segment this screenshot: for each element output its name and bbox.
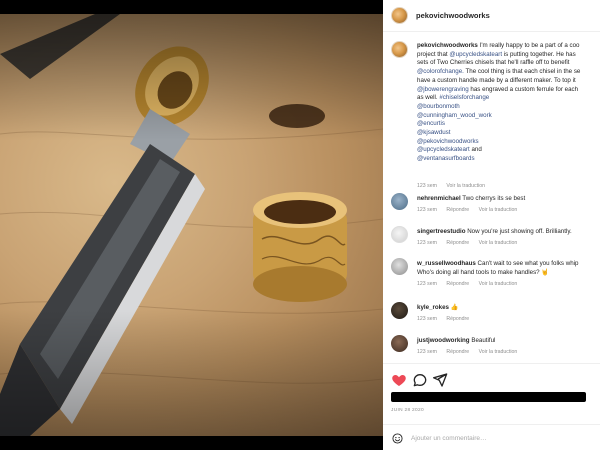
comment-text: nehrenmichael Two cherrys its se best xyxy=(417,195,526,202)
mention-link[interactable]: @cunningham_wood_work xyxy=(417,112,492,119)
caption-meta: 123 sem Voir la traduction xyxy=(417,183,493,189)
reply-button[interactable]: Répondre xyxy=(446,349,469,355)
translate-link[interactable]: Voir la traduction xyxy=(479,207,518,213)
comment-text: kyle_rokes 👍 xyxy=(417,304,459,311)
mention-link[interactable]: @jbowerengraving xyxy=(417,86,469,93)
comment-meta: 123 sem Répondre Voir la traduction xyxy=(417,207,525,213)
add-comment-input[interactable] xyxy=(411,433,561,444)
translate-link[interactable]: Voir la traduction xyxy=(479,281,518,287)
comment-meta: 123 sem Répondre Voir la traduction xyxy=(417,281,525,287)
reply-button[interactable]: Répondre xyxy=(446,281,469,287)
post-header: pekovichwoodworks xyxy=(383,0,600,32)
commenter-avatar[interactable] xyxy=(391,302,408,319)
post-viewer: pekovichwoodworks pekovichwoodworks I'm … xyxy=(0,0,600,450)
reply-button[interactable]: Répondre xyxy=(446,316,469,322)
photo-vignette xyxy=(0,14,383,436)
comment-item: kyle_rokes 👍 123 sem Répondre xyxy=(391,302,600,334)
mention-link[interactable]: @colorofchange. xyxy=(417,68,464,75)
hashtag-link[interactable]: #chiselsforchange xyxy=(439,94,489,101)
post-sidebar: pekovichwoodworks pekovichwoodworks I'm … xyxy=(383,0,600,450)
mention-link[interactable]: @pekovichwoodworks xyxy=(417,138,479,145)
caption-avatar[interactable] xyxy=(391,41,408,58)
comment-icon[interactable] xyxy=(412,372,428,388)
mention-link[interactable]: @ventanasurfboards xyxy=(417,155,475,162)
commenter-avatar[interactable] xyxy=(391,258,408,275)
comment-username[interactable]: w_russellwoodhaus xyxy=(417,260,476,267)
comment-item: singertreestudio Now you're just showing… xyxy=(391,226,600,258)
comment-time[interactable]: 123 sem xyxy=(417,316,437,322)
heart-icon[interactable] xyxy=(391,372,407,388)
caption-username[interactable]: pekovichwoodworks xyxy=(417,42,478,49)
commenter-avatar[interactable] xyxy=(391,193,408,210)
comment-time[interactable]: 123 sem xyxy=(417,207,437,213)
mention-link[interactable]: @bourbonmoth xyxy=(417,103,460,110)
comment-item: w_russellwoodhaus Can't wait to see what… xyxy=(391,258,600,300)
mention-link[interactable]: @upcycledskateart xyxy=(417,146,470,153)
comment-time[interactable]: 123 sem xyxy=(417,240,437,246)
commenter-avatar[interactable] xyxy=(391,226,408,243)
caption-time[interactable]: 123 sem xyxy=(417,183,437,189)
share-icon[interactable] xyxy=(432,372,448,388)
reply-button[interactable]: Répondre xyxy=(446,240,469,246)
comment-meta: 123 sem Répondre xyxy=(417,316,477,322)
comment-text: justjwoodworking Beautiful xyxy=(417,337,496,344)
comment-item: nehrenmichael Two cherrys its se best 12… xyxy=(391,193,600,225)
caption-translate-link[interactable]: Voir la traduction xyxy=(446,183,485,189)
comment-username[interactable]: justjwoodworking xyxy=(417,337,470,344)
author-avatar[interactable] xyxy=(391,7,408,24)
translate-link[interactable]: Voir la traduction xyxy=(479,240,518,246)
mention-link[interactable]: @upcycledskateart xyxy=(449,51,502,58)
caption-text: pekovichwoodworks I'm really happy to be… xyxy=(417,42,581,163)
comment-username[interactable]: kyle_rokes xyxy=(417,304,449,311)
comment-time[interactable]: 123 sem xyxy=(417,281,437,287)
reply-button[interactable]: Répondre xyxy=(446,207,469,213)
emoji-icon[interactable] xyxy=(392,433,403,444)
comments-list[interactable]: pekovichwoodworks I'm really happy to be… xyxy=(383,32,600,362)
author-username[interactable]: pekovichwoodworks xyxy=(416,11,490,20)
post-actions: JUIN 28 2020 xyxy=(383,363,600,450)
add-comment-bar xyxy=(383,424,600,450)
comment-text: w_russellwoodhaus Can't wait to see what… xyxy=(417,260,579,276)
likes-count-redacted xyxy=(391,392,586,402)
mention-link[interactable]: @kjsawdust xyxy=(417,129,450,136)
post-date: JUIN 28 2020 xyxy=(391,408,424,413)
mention-link[interactable]: @encurtis xyxy=(417,120,445,127)
comment-username[interactable]: singertreestudio xyxy=(417,228,465,235)
comment-text: singertreestudio Now you're just showing… xyxy=(417,228,572,235)
translate-link[interactable]: Voir la traduction xyxy=(479,349,518,355)
post-photo[interactable] xyxy=(0,14,383,436)
comment-meta: 123 sem Répondre Voir la traduction xyxy=(417,349,525,355)
comment-meta: 123 sem Répondre Voir la traduction xyxy=(417,240,525,246)
commenter-avatar[interactable] xyxy=(391,335,408,352)
comment-time[interactable]: 123 sem xyxy=(417,349,437,355)
comment-username[interactable]: nehrenmichael xyxy=(417,195,461,202)
